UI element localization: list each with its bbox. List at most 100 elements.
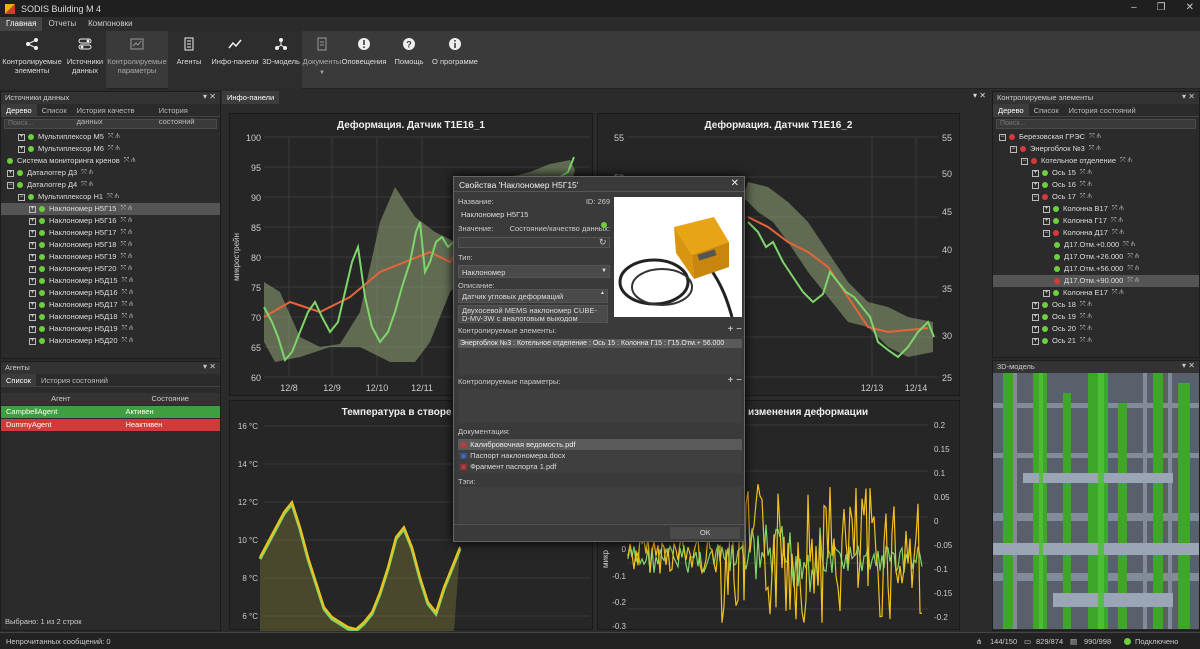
tab-list[interactable]: Список bbox=[37, 104, 72, 116]
panel-pin-close-icon[interactable]: ▾ ✕ bbox=[973, 91, 986, 100]
tree-item[interactable]: − Колонна Д17 ⤧ ⋔ bbox=[993, 227, 1199, 239]
panel-pin-close-icon[interactable]: ▾ ✕ bbox=[203, 92, 216, 102]
tree-item[interactable]: + Колонна Е17 ⤧ ⋔ bbox=[993, 287, 1199, 299]
tab-list[interactable]: Список bbox=[1029, 104, 1064, 116]
tree-item[interactable]: + Наклономер Н5Г19 ⤧ ⋔ bbox=[1, 251, 220, 263]
ribbon-controlled-params-button[interactable]: Контролируемые параметры bbox=[106, 31, 168, 89]
tree-item[interactable]: + Мультиплексор М6 ⤧ ⋔ bbox=[1, 143, 220, 155]
tree-item[interactable]: + Наклономер Н5Д17 ⤧ ⋔ bbox=[1, 299, 220, 311]
ok-button[interactable]: ОК bbox=[670, 527, 740, 539]
tree-item[interactable]: + Ось 19 ⤧ ⋔ bbox=[993, 311, 1199, 323]
doc-item[interactable]: ▣ Калибровочная ведомость.pdf bbox=[458, 439, 742, 450]
expand-toggle-icon[interactable]: + bbox=[1032, 169, 1039, 177]
tree-item-action-icons[interactable]: ⤧ ⋔ bbox=[1112, 227, 1124, 239]
expand-toggle-icon[interactable]: + bbox=[29, 301, 36, 309]
tree-item[interactable]: + Колонна Г17 ⤧ ⋔ bbox=[993, 215, 1199, 227]
tree-item[interactable]: + Наклономер Н5Д18 ⤧ ⋔ bbox=[1, 311, 220, 323]
expand-toggle-icon[interactable]: + bbox=[1032, 181, 1039, 189]
tree-item-action-icons[interactable]: ⤧ ⋔ bbox=[81, 179, 93, 191]
tree-item-action-icons[interactable]: ⤧ ⋔ bbox=[122, 323, 134, 335]
tree-item-action-icons[interactable]: ⤧ ⋔ bbox=[1080, 167, 1092, 179]
expand-toggle-icon[interactable]: + bbox=[1032, 337, 1039, 345]
tree-item[interactable]: + Даталоггер Д3 ⤧ ⋔ bbox=[1, 167, 220, 179]
ribbon-alerts-button[interactable]: Оповещения bbox=[342, 31, 386, 89]
name-field[interactable]: Наклономер Н5Г15 bbox=[458, 208, 610, 221]
tree-item[interactable]: + Наклономер Н5Г16 ⤧ ⋔ bbox=[1, 215, 220, 227]
tab-state-history[interactable]: История состояний bbox=[1064, 104, 1141, 116]
ribbon-data-sources-button[interactable]: Источники данных bbox=[64, 31, 106, 89]
refresh-icon[interactable]: ↻ bbox=[599, 237, 607, 248]
tab-state-history[interactable]: История состояний bbox=[154, 104, 220, 126]
expand-toggle-icon[interactable]: + bbox=[18, 145, 25, 153]
expand-toggle-icon[interactable]: + bbox=[29, 265, 36, 273]
expand-toggle-icon[interactable]: + bbox=[29, 337, 36, 345]
tree-item-action-icons[interactable]: ⤧ ⋔ bbox=[120, 227, 132, 239]
expand-toggle-icon[interactable]: + bbox=[1032, 325, 1039, 333]
description-short-field[interactable]: Датчик угловых деформаций ▲ bbox=[458, 289, 608, 303]
expand-toggle-icon[interactable]: + bbox=[1032, 313, 1039, 321]
tree-item-action-icons[interactable]: ⤧ ⋔ bbox=[1112, 287, 1124, 299]
minimize-icon[interactable]: – bbox=[1131, 2, 1137, 13]
tree-item[interactable]: + Наклономер Н5Г20 ⤧ ⋔ bbox=[1, 263, 220, 275]
tree-item[interactable]: + Ось 20 ⤧ ⋔ bbox=[993, 323, 1199, 335]
tree-item[interactable]: + Ось 21 ⤧ ⋔ bbox=[993, 335, 1199, 347]
tree-item-action-icons[interactable]: ⤧ ⋔ bbox=[1089, 131, 1101, 143]
tree-item-action-icons[interactable]: ⤧ ⋔ bbox=[107, 191, 119, 203]
description-long-field[interactable]: Двухосевой MEMS наклономер CUBE-D-MV-3W … bbox=[458, 305, 608, 323]
tree-item-action-icons[interactable]: ⤧ ⋔ bbox=[1080, 179, 1092, 191]
tree-item-action-icons[interactable]: ⤧ ⋔ bbox=[1080, 311, 1092, 323]
tree-item[interactable]: Д17.Отм.+26.000 ⤧ ⋔ bbox=[993, 251, 1199, 263]
expand-toggle-icon[interactable]: + bbox=[29, 277, 36, 285]
maximize-icon[interactable]: ❐ bbox=[1157, 2, 1166, 13]
doc-item[interactable]: ▣ Паспорт наклономера.docx bbox=[458, 450, 742, 461]
tree-item[interactable]: + Ось 15 ⤧ ⋔ bbox=[993, 167, 1199, 179]
chevron-down-icon[interactable]: ▼ bbox=[319, 69, 325, 78]
ribbon-help-button[interactable]: ? Помощь bbox=[386, 31, 432, 89]
table-row[interactable]: CampbellAgent Активен bbox=[1, 406, 220, 418]
tree-item-action-icons[interactable]: ⤧ ⋔ bbox=[124, 155, 136, 167]
tree-item[interactable]: − Котельное отделение ⤧ ⋔ bbox=[993, 155, 1199, 167]
element-list-item[interactable]: Энергоблок №3 : Котельное отделение : Ос… bbox=[458, 339, 742, 348]
tree-item[interactable]: + Ось 16 ⤧ ⋔ bbox=[993, 179, 1199, 191]
tree-item-action-icons[interactable]: ⤧ ⋔ bbox=[120, 251, 132, 263]
ribbon-documents-button[interactable]: Документы ▼ bbox=[302, 31, 342, 89]
tree-item-action-icons[interactable]: ⤧ ⋔ bbox=[122, 299, 134, 311]
panel-pin-close-icon[interactable]: ▾ ✕ bbox=[203, 362, 216, 372]
value-field[interactable] bbox=[458, 237, 610, 248]
tree-item-action-icons[interactable]: ⤧ ⋔ bbox=[108, 131, 120, 143]
tree-item-action-icons[interactable]: ⤧ ⋔ bbox=[1120, 155, 1132, 167]
tree-item[interactable]: + Наклономер Н5Д20 ⤧ ⋔ bbox=[1, 335, 220, 347]
search-input[interactable]: Поиск... bbox=[996, 119, 1196, 129]
doc-item[interactable]: ▣ Фрагмент паспорта 1.pdf bbox=[458, 461, 742, 472]
tree-item[interactable]: − Энергоблок №3 ⤧ ⋔ bbox=[993, 143, 1199, 155]
tree-item[interactable]: − Мультиплексор Н1 ⤧ ⋔ bbox=[1, 191, 220, 203]
tree-item[interactable]: + Колонна В17 ⤧ ⋔ bbox=[993, 203, 1199, 215]
tree-item[interactable]: − Даталоггер Д4 ⤧ ⋔ bbox=[1, 179, 220, 191]
type-select[interactable]: Наклономер ▼ bbox=[458, 265, 610, 278]
tree-item-action-icons[interactable]: ⤧ ⋔ bbox=[122, 287, 134, 299]
expand-toggle-icon[interactable]: + bbox=[29, 205, 36, 213]
tree-item[interactable]: + Наклономер Н5Г18 ⤧ ⋔ bbox=[1, 239, 220, 251]
3d-model-view[interactable] bbox=[993, 373, 1199, 629]
tree-item-action-icons[interactable]: ⤧ ⋔ bbox=[122, 311, 134, 323]
tree-item-action-icons[interactable]: ⤧ ⋔ bbox=[81, 167, 93, 179]
expand-toggle-icon[interactable]: + bbox=[29, 289, 36, 297]
expand-toggle-icon[interactable]: − bbox=[1010, 145, 1017, 153]
expand-toggle-icon[interactable]: + bbox=[29, 229, 36, 237]
expand-toggle-icon[interactable]: + bbox=[1043, 289, 1050, 297]
column-state[interactable]: Состояние bbox=[120, 393, 220, 405]
tree-item-action-icons[interactable]: ⤧ ⋔ bbox=[1080, 335, 1092, 347]
expand-toggle-icon[interactable]: − bbox=[999, 133, 1006, 141]
expand-toggle-icon[interactable]: + bbox=[7, 169, 14, 177]
tree-item-action-icons[interactable]: ⤧ ⋔ bbox=[120, 239, 132, 251]
tree-item-action-icons[interactable]: ⤧ ⋔ bbox=[122, 335, 134, 347]
tree-item[interactable]: + Ось 18 ⤧ ⋔ bbox=[993, 299, 1199, 311]
tree-item[interactable]: − Ось 17 ⤧ ⋔ bbox=[993, 191, 1199, 203]
expand-toggle-icon[interactable]: + bbox=[1032, 301, 1039, 309]
tree-item-action-icons[interactable]: ⤧ ⋔ bbox=[122, 275, 134, 287]
tab-info-panels[interactable]: Инфо-панели bbox=[222, 91, 280, 104]
scroll-arrow-icon[interactable]: ▲ bbox=[600, 290, 605, 296]
close-icon[interactable]: ✕ bbox=[731, 178, 739, 189]
tab-quality-history[interactable]: История качеств данных bbox=[72, 104, 154, 126]
tree-item[interactable]: + Наклономер Н5Г15 ⤧ ⋔ bbox=[1, 203, 220, 215]
